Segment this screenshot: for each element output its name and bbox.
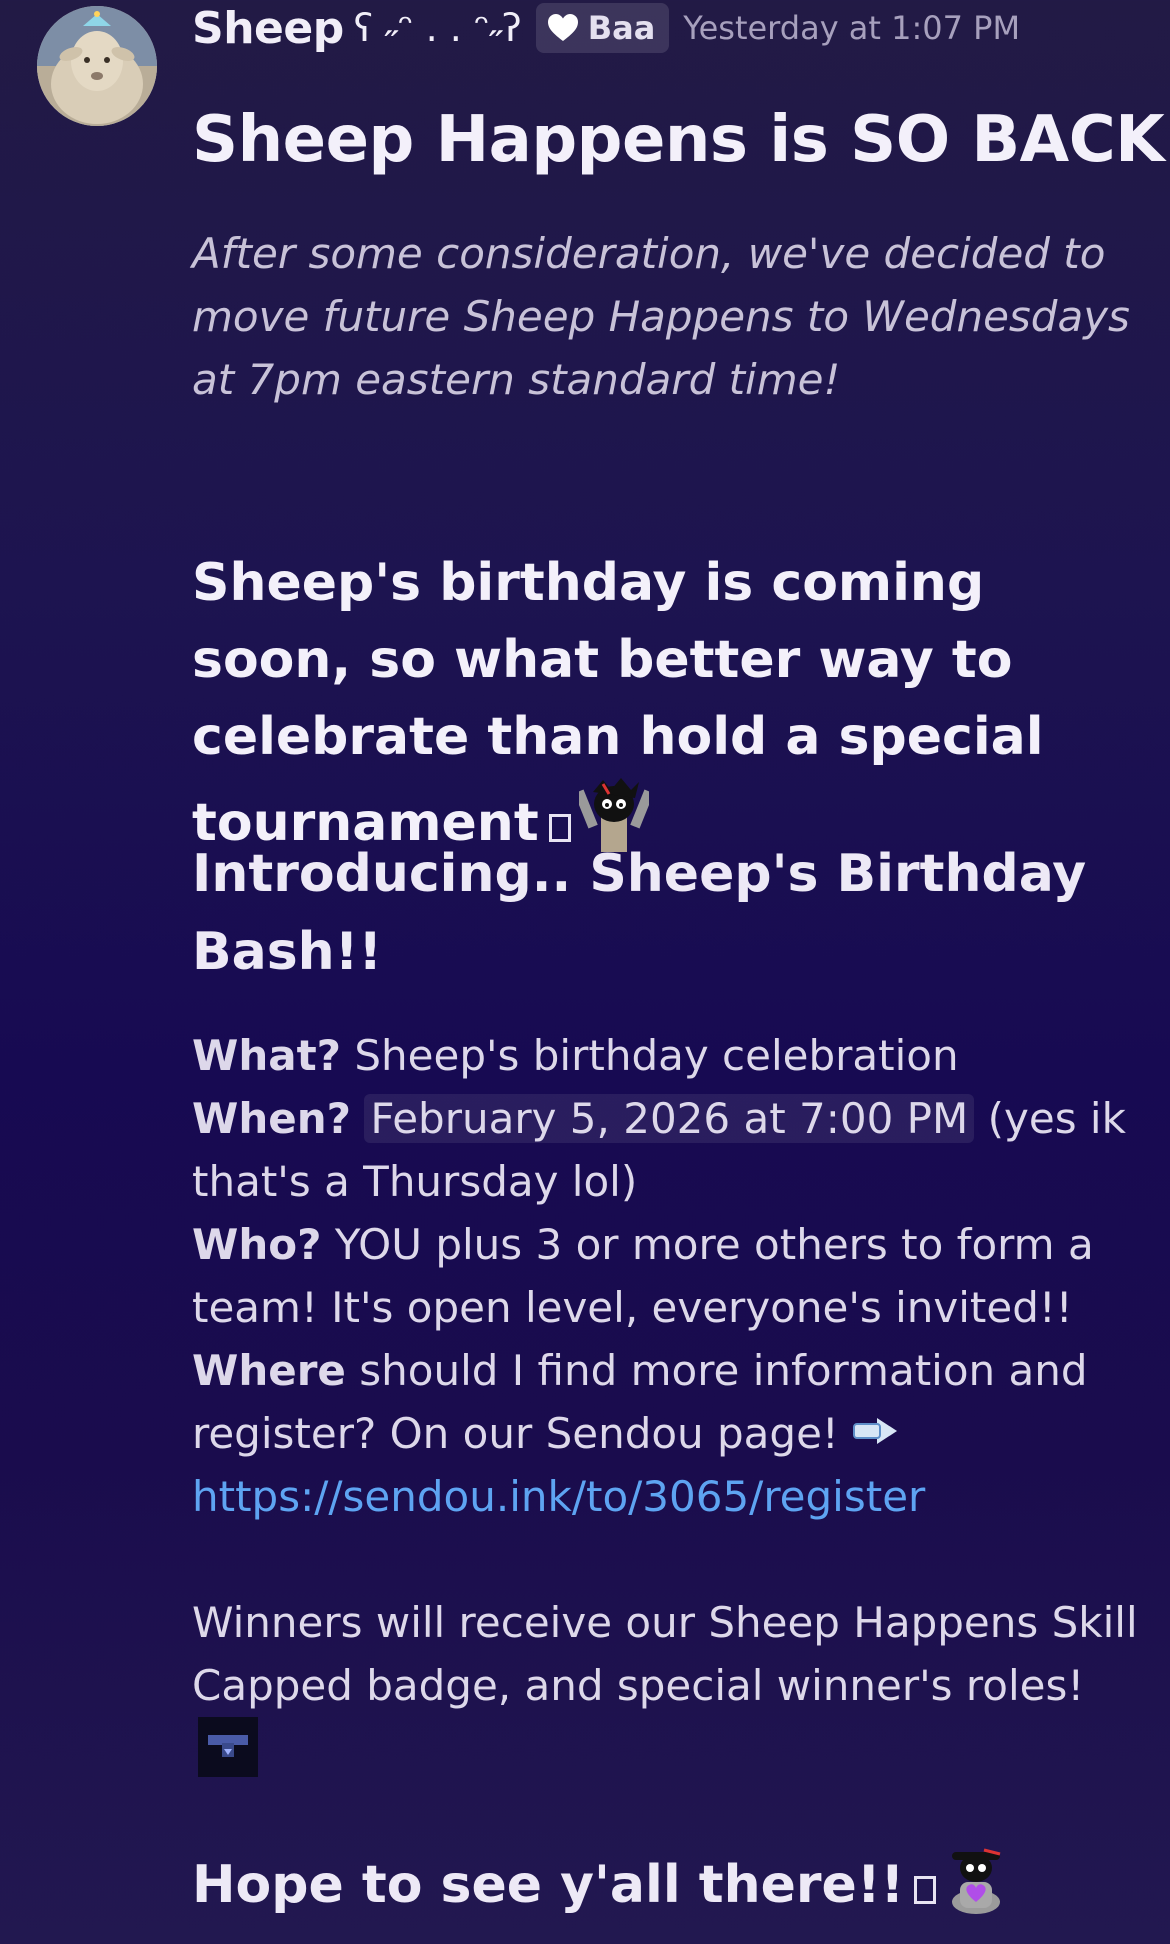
where-label: Where xyxy=(192,1346,346,1395)
sheep-avatar-icon xyxy=(37,6,157,126)
closing-text: Hope to see y'all there!! xyxy=(192,1855,905,1915)
right-arrow-icon xyxy=(852,1418,897,1444)
who-label: Who? xyxy=(192,1220,322,1269)
detail-what: What? Sheep's birthday celebration xyxy=(192,1024,1152,1087)
winners-text: Winners will receive our Sheep Happens S… xyxy=(192,1591,1152,1780)
when-label: When? xyxy=(192,1094,351,1143)
birthday-heading: Sheep's birthday is coming soon, so what… xyxy=(192,545,1152,862)
winners-text-content: Winners will receive our Sheep Happens S… xyxy=(192,1598,1138,1710)
missing-glyph-icon xyxy=(914,1876,937,1904)
message-timestamp[interactable]: Yesterday at 1:07 PM xyxy=(683,9,1020,47)
message-header: Sheep ʕ ˶ᵔ . . ᵔ˶ʔ Baa Yesterday at 1:07… xyxy=(192,0,1020,56)
what-text: Sheep's birthday celebration xyxy=(354,1031,959,1080)
chat-message: Sheep ʕ ˶ᵔ . . ᵔ˶ʔ Baa Yesterday at 1:07… xyxy=(0,0,1170,1944)
detail-who: Who? YOU plus 3 or more others to form a… xyxy=(192,1213,1152,1339)
who-text: YOU plus 3 or more others to form a team… xyxy=(192,1220,1094,1332)
what-label: What? xyxy=(192,1031,342,1080)
server-tag-label: Baa xyxy=(587,9,656,47)
author-avatar[interactable] xyxy=(37,6,157,126)
event-date-timestamp[interactable]: February 5, 2026 at 7:00 PM xyxy=(364,1094,975,1143)
detail-when: When? February 5, 2026 at 7:00 PM (yes i… xyxy=(192,1087,1152,1213)
detail-where: Where should I find more information and… xyxy=(192,1339,1152,1528)
post-subtitle: After some consideration, we've decided … xyxy=(192,229,1130,404)
event-details: What? Sheep's birthday celebration When?… xyxy=(192,1024,1152,1528)
server-tag[interactable]: Baa xyxy=(535,3,670,53)
author-name-decoration: ʕ ˶ᵔ . . ᵔ˶ʔ xyxy=(353,5,522,50)
closing-heading: Hope to see y'all there!! xyxy=(192,1846,1152,1924)
author-name[interactable]: Sheep xyxy=(192,3,344,54)
heart-icon xyxy=(547,14,578,41)
badge-emoji xyxy=(198,1717,258,1777)
post-title: Sheep Happens is SO BACK!! xyxy=(192,103,1170,177)
intro-heading: Introducing.. Sheep's Birthday Bash!! xyxy=(192,844,1087,982)
register-link[interactable]: https://sendou.ink/to/3065/register xyxy=(192,1472,925,1521)
heart-holding-character-emoji xyxy=(952,1848,1001,1914)
